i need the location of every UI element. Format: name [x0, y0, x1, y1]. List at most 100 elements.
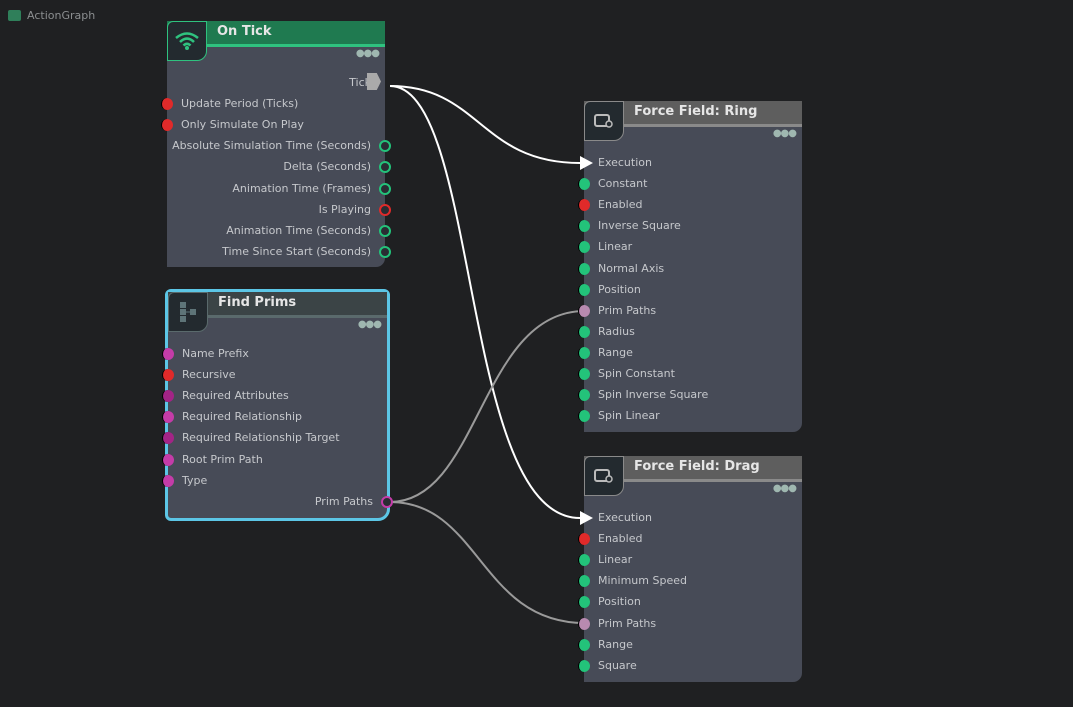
output-pin-icon[interactable] — [379, 245, 391, 258]
node-force-field-drag[interactable]: Force Field: Drag ●●● Execution Enabled Line… — [578, 456, 802, 682]
node-force-field-ring[interactable]: Force Field: Ring ●●● Execution Constant Ena… — [578, 101, 802, 432]
port-position[interactable]: Position — [578, 282, 641, 298]
input-pin-icon[interactable] — [578, 368, 590, 380]
exec-output-pin-icon[interactable] — [367, 73, 381, 90]
input-pin-icon[interactable] — [578, 659, 590, 672]
port-root-prim-path[interactable]: Root Prim Path — [162, 452, 263, 468]
input-pin-icon[interactable] — [162, 474, 174, 487]
input-pin-icon[interactable] — [162, 411, 174, 424]
output-pin-icon[interactable] — [379, 224, 391, 237]
input-pin-icon[interactable] — [578, 617, 590, 630]
port-required-attributes[interactable]: Required Attributes — [162, 388, 289, 404]
port-recursive[interactable]: Recursive — [162, 367, 236, 383]
port-required-relationship-target[interactable]: Required Relationship Target — [162, 430, 340, 446]
input-pin-icon[interactable] — [578, 389, 590, 402]
port-label: Position — [598, 282, 641, 296]
port-constant[interactable]: Constant — [578, 176, 648, 192]
input-pin-icon[interactable] — [578, 220, 590, 233]
port-update-period-ticks-[interactable]: Update Period (Ticks) — [161, 96, 298, 112]
port-label: Required Relationship Target — [182, 431, 340, 445]
output-pin-icon[interactable] — [379, 182, 391, 195]
input-pin-icon[interactable] — [162, 348, 174, 360]
output-pin-icon[interactable] — [381, 495, 393, 508]
port-spin-constant[interactable]: Spin Constant — [578, 366, 675, 382]
input-pin-icon[interactable] — [578, 304, 590, 317]
port-required-relationship[interactable]: Required Relationship — [162, 409, 302, 425]
port-only-simulate-on-play[interactable]: Only Simulate On Play — [161, 117, 304, 133]
input-pin-icon[interactable] — [578, 596, 590, 609]
input-pin-icon[interactable] — [578, 178, 590, 191]
port-tick[interactable]: Tick — [349, 73, 381, 91]
port-absolute-simulation-time-seconds-[interactable]: Absolute Simulation Time (Seconds) — [172, 138, 391, 154]
node-menu-icon[interactable]: ●●● — [773, 128, 797, 139]
input-pin-icon[interactable] — [578, 533, 590, 546]
input-pin-icon[interactable] — [578, 283, 590, 296]
output-pin-icon[interactable] — [379, 203, 391, 216]
exec-input-pin-icon[interactable] — [580, 511, 593, 525]
port-minimum-speed[interactable]: Minimum Speed — [578, 573, 687, 589]
input-pin-icon[interactable] — [161, 119, 173, 132]
node-menu-icon[interactable]: ●●● — [358, 319, 382, 330]
port-label: Absolute Simulation Time (Seconds) — [172, 139, 371, 153]
input-pin-icon[interactable] — [578, 199, 590, 212]
port-range[interactable]: Range — [578, 345, 633, 361]
input-pin-icon[interactable] — [162, 369, 174, 382]
wire-tick-to-drag-execution[interactable] — [389, 85, 581, 519]
input-pin-icon[interactable] — [162, 453, 174, 466]
port-normal-axis[interactable]: Normal Axis — [578, 261, 664, 277]
port-label: Execution — [598, 511, 652, 524]
port-label: Radius — [598, 324, 635, 338]
port-enabled[interactable]: Enabled — [578, 531, 642, 547]
port-spin-linear[interactable]: Spin Linear — [578, 408, 660, 424]
port-spin-inverse-square[interactable]: Spin Inverse Square — [578, 387, 709, 403]
input-pin-icon[interactable] — [578, 241, 590, 254]
port-label: Range — [598, 345, 633, 359]
node-menu-icon[interactable]: ●●● — [773, 483, 797, 494]
input-pin-icon[interactable] — [578, 346, 590, 359]
wire-tick-to-ring-execution[interactable] — [389, 85, 581, 164]
port-execution[interactable]: Execution — [580, 155, 652, 171]
port-label: Execution — [598, 156, 652, 169]
port-time-since-start-seconds-[interactable]: Time Since Start (Seconds) — [222, 244, 391, 260]
port-label: Time Since Start (Seconds) — [222, 244, 371, 258]
port-square[interactable]: Square — [578, 658, 637, 674]
input-pin-icon[interactable] — [578, 638, 590, 651]
port-label: Spin Inverse Square — [598, 388, 709, 402]
input-pin-icon[interactable] — [578, 410, 590, 423]
input-pin-icon[interactable] — [162, 432, 174, 445]
port-position[interactable]: Position — [578, 594, 641, 610]
input-pin-icon[interactable] — [578, 325, 590, 338]
port-name-prefix[interactable]: Name Prefix — [162, 346, 249, 362]
port-delta-seconds-[interactable]: Delta (Seconds) — [283, 159, 391, 175]
port-enabled[interactable]: Enabled — [578, 197, 642, 213]
wire-primpaths-to-ring[interactable] — [389, 310, 586, 503]
port-animation-time-frames-[interactable]: Animation Time (Frames) — [232, 181, 391, 197]
port-label: Animation Time (Seconds) — [226, 223, 371, 237]
node-find-prims[interactable]: Find Prims ●●● Name Prefix Recursive Require… — [162, 289, 393, 521]
port-execution[interactable]: Execution — [580, 510, 652, 526]
port-label: Is Playing — [318, 202, 371, 216]
port-label: Recursive — [182, 368, 236, 382]
port-label: Constant — [598, 177, 648, 191]
input-pin-icon[interactable] — [578, 554, 590, 567]
input-pin-icon[interactable] — [578, 575, 590, 588]
port-is-playing[interactable]: Is Playing — [318, 202, 391, 218]
port-linear[interactable]: Linear — [578, 552, 632, 568]
port-range[interactable]: Range — [578, 637, 633, 653]
input-pin-icon[interactable] — [162, 390, 174, 403]
port-linear[interactable]: Linear — [578, 239, 632, 255]
node-on-tick[interactable]: On Tick ●●● Tick Update Period (Ticks) Only … — [161, 21, 391, 267]
input-pin-icon[interactable] — [578, 262, 590, 275]
port-prim-paths[interactable]: Prim Paths — [315, 494, 393, 510]
exec-input-pin-icon[interactable] — [580, 156, 593, 170]
node-menu-icon[interactable]: ●●● — [356, 48, 380, 59]
port-animation-time-seconds-[interactable]: Animation Time (Seconds) — [226, 223, 391, 239]
port-radius[interactable]: Radius — [578, 324, 635, 340]
input-pin-icon[interactable] — [161, 98, 173, 111]
wire-primpaths-to-drag[interactable] — [389, 501, 586, 624]
port-label: Spin Constant — [598, 367, 675, 380]
port-prim-paths[interactable]: Prim Paths — [578, 303, 656, 319]
port-inverse-square[interactable]: Inverse Square — [578, 218, 681, 234]
port-prim-paths[interactable]: Prim Paths — [578, 616, 656, 632]
port-type[interactable]: Type — [162, 473, 207, 489]
